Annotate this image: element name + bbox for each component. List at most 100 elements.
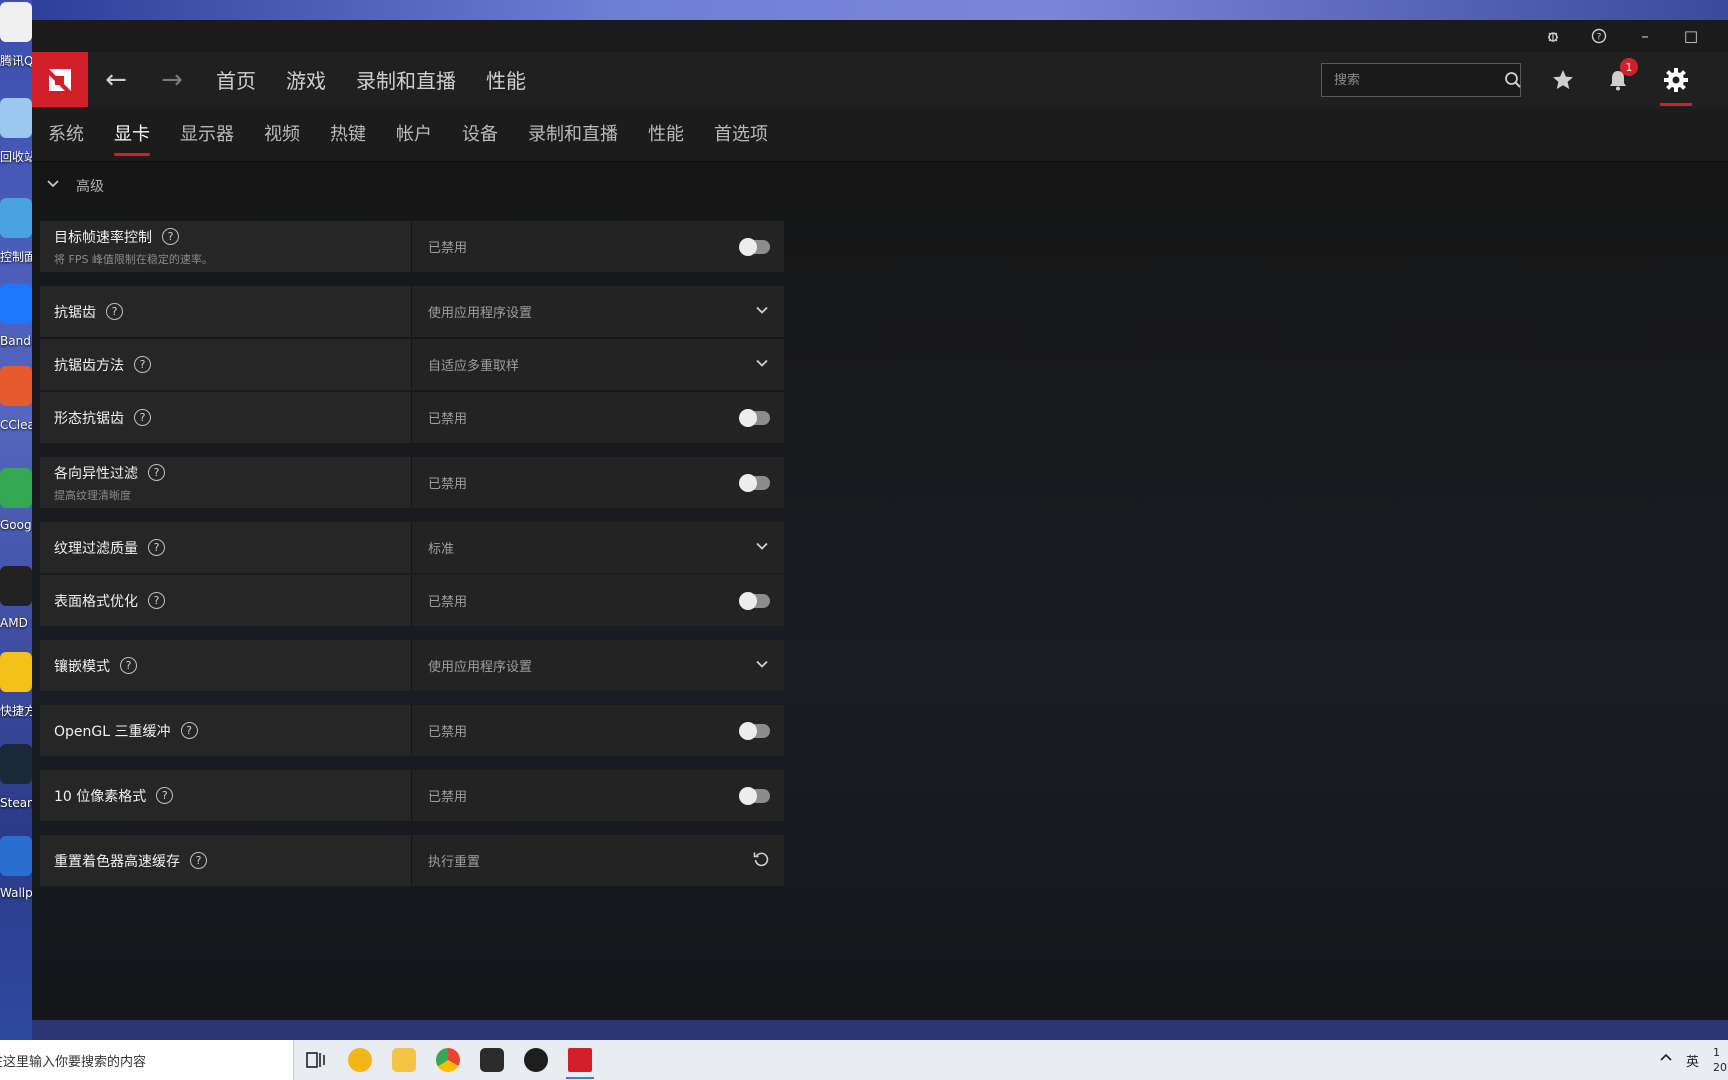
nav-record-stream[interactable]: 录制和直播 — [356, 65, 456, 94]
question-help-icon[interactable]: ? — [156, 787, 174, 804]
tab-system[interactable]: 系统 — [48, 107, 84, 162]
setting-value: 已禁用 — [428, 790, 468, 805]
desktop-shortcut-icon[interactable] — [0, 652, 32, 692]
question-help-icon[interactable]: ? — [134, 409, 151, 426]
setting-value-control[interactable]: 已禁用 — [412, 457, 784, 508]
setting-row-target-frame-rate: 目标帧速率控制 ? 将 FPS 峰值限制在稳定的速率。 已禁用 — [40, 221, 784, 272]
nav-performance[interactable]: 性能 — [486, 65, 526, 94]
tab-account[interactable]: 帐户 — [396, 107, 432, 162]
input-language[interactable]: 英 — [1686, 1051, 1699, 1070]
desktop-shortcut-icon[interactable] — [0, 198, 32, 238]
tab-preferences[interactable]: 首选项 — [714, 107, 768, 162]
setting-value-control[interactable]: 已禁用 — [412, 705, 784, 756]
toggle-switch[interactable] — [739, 473, 770, 492]
chevron-down-icon[interactable] — [754, 302, 770, 322]
desktop-wallpaper-top — [32, 0, 1728, 20]
question-help-icon[interactable]: ? — [134, 356, 151, 373]
question-help-icon[interactable]: ? — [148, 539, 165, 556]
question-help-icon[interactable]: ? — [120, 657, 137, 674]
chevron-down-icon[interactable] — [754, 538, 770, 558]
search-icon[interactable] — [1504, 71, 1522, 89]
amd-software-taskbar-icon[interactable] — [558, 1040, 602, 1080]
desktop-shortcut-icon[interactable] — [0, 744, 32, 784]
chevron-down-icon[interactable] — [754, 355, 770, 375]
setting-value-control[interactable]: 已禁用 — [412, 221, 784, 272]
tab-graphics[interactable]: 显卡 — [114, 107, 150, 162]
bug-report-icon[interactable] — [1530, 20, 1576, 52]
tab-performance[interactable]: 性能 — [648, 107, 684, 162]
setting-label-cell: 表面格式优化 ? — [40, 575, 412, 626]
forward-button[interactable]: → — [144, 52, 200, 107]
setting-label: 目标帧速率控制 — [54, 229, 152, 246]
question-help-icon[interactable]: ? — [106, 303, 123, 320]
toggle-switch[interactable] — [739, 408, 770, 427]
desktop-shortcut-icon[interactable] — [0, 836, 32, 876]
tab-record-stream[interactable]: 录制和直播 — [528, 107, 618, 162]
question-help-icon[interactable]: ? — [148, 464, 165, 481]
setting-value-control[interactable]: 自适应多重取样 — [412, 339, 784, 390]
amd-logo-icon[interactable] — [32, 52, 88, 107]
setting-row-opengl-triple-buffering: OpenGL 三重缓冲 ? 已禁用 — [40, 705, 784, 756]
setting-label-cell: 10 位像素格式 ? — [40, 770, 412, 821]
toggle-switch[interactable] — [739, 721, 770, 740]
back-button[interactable]: ← — [88, 52, 144, 107]
setting-value-control[interactable]: 已禁用 — [412, 575, 784, 626]
desktop-shortcut-label: Bandizip — [0, 334, 32, 348]
toggle-switch[interactable] — [739, 786, 770, 805]
desktop-shortcut-icon[interactable] — [0, 468, 32, 508]
tab-video[interactable]: 视频 — [264, 107, 300, 162]
question-help-icon[interactable]: ? — [180, 722, 198, 739]
desktop-shortcut-icon[interactable] — [0, 98, 32, 138]
chrome-icon[interactable] — [426, 1040, 470, 1080]
setting-row-anisotropic-filtering: 各向异性过滤 ? 提高纹理清晰度 已禁用 — [40, 457, 784, 508]
question-help-icon[interactable]: ? — [162, 228, 179, 245]
file-explorer-icon[interactable] — [382, 1040, 426, 1080]
taskbar-search-box[interactable]: 在这里输入你要搜索的内容 — [0, 1040, 294, 1080]
task-view-icon[interactable] — [294, 1040, 338, 1080]
setting-label-cell: OpenGL 三重缓冲 ? — [40, 705, 412, 756]
desktop-shortcut-label: 回收站 — [0, 150, 32, 164]
maximize-button[interactable]: □ — [1668, 20, 1714, 52]
settings-gear-icon[interactable] — [1658, 62, 1694, 98]
taskbar-app-lightning-icon[interactable] — [470, 1040, 514, 1080]
setting-value-control[interactable]: 已禁用 — [412, 770, 784, 821]
question-help-icon[interactable]: ? — [148, 592, 165, 609]
setting-value-control[interactable]: 已禁用 — [412, 392, 784, 443]
setting-value-control[interactable]: 使用应用程序设置 — [412, 286, 784, 337]
desktop-shortcut-label: CCleaner 快捷方式 — [0, 418, 32, 432]
search-box[interactable] — [1321, 63, 1521, 97]
question-help-icon[interactable]: ? — [190, 852, 207, 869]
obs-icon[interactable] — [514, 1040, 558, 1080]
setting-value-control[interactable]: 使用应用程序设置 — [412, 640, 784, 691]
toggle-switch[interactable] — [739, 237, 770, 256]
setting-row-anti-aliasing-method: 抗锯齿方法 ? 自适应多重取样 — [40, 339, 784, 390]
desktop-shortcut-icon[interactable] — [0, 366, 32, 406]
system-tray: 英 1 202 — [1660, 1040, 1728, 1080]
tray-clock[interactable]: 1 202 — [1713, 1045, 1728, 1075]
search-input[interactable] — [1322, 72, 1504, 88]
chevron-down-icon[interactable] — [754, 656, 770, 676]
desktop-shortcut-icon[interactable] — [0, 566, 32, 606]
setting-value-control[interactable]: 标准 — [412, 522, 784, 573]
tray-expand-chevron-icon[interactable] — [1660, 1052, 1672, 1068]
settings-tabs: 系统 显卡 显示器 视频 热键 帐户 设备 录制和直播 性能 首选项 — [32, 107, 1728, 162]
notifications-bell-icon[interactable]: 1 — [1600, 58, 1638, 98]
help-icon[interactable]: ? — [1576, 20, 1622, 52]
tab-display[interactable]: 显示器 — [180, 107, 234, 162]
toggle-switch[interactable] — [739, 591, 770, 610]
setting-description: 提高纹理清晰度 — [54, 488, 131, 502]
desktop-shortcut-icon[interactable] — [0, 284, 32, 324]
advanced-section-header[interactable]: 高级 — [46, 176, 104, 196]
nav-games[interactable]: 游戏 — [286, 65, 326, 94]
setting-value-control[interactable]: 执行重置 — [412, 835, 784, 886]
nav-home[interactable]: 首页 — [216, 65, 256, 94]
tab-hotkeys[interactable]: 热键 — [330, 107, 366, 162]
tab-devices[interactable]: 设备 — [462, 107, 498, 162]
taskbar-app-game-icon[interactable] — [338, 1040, 382, 1080]
favorites-star-icon[interactable] — [1545, 62, 1581, 98]
desktop-shortcut-icon[interactable] — [0, 2, 32, 42]
minimize-button[interactable]: – — [1622, 20, 1668, 52]
setting-value: 执行重置 — [428, 855, 481, 870]
reset-icon[interactable] — [752, 850, 770, 872]
setting-label: 镶嵌模式 — [54, 658, 110, 675]
